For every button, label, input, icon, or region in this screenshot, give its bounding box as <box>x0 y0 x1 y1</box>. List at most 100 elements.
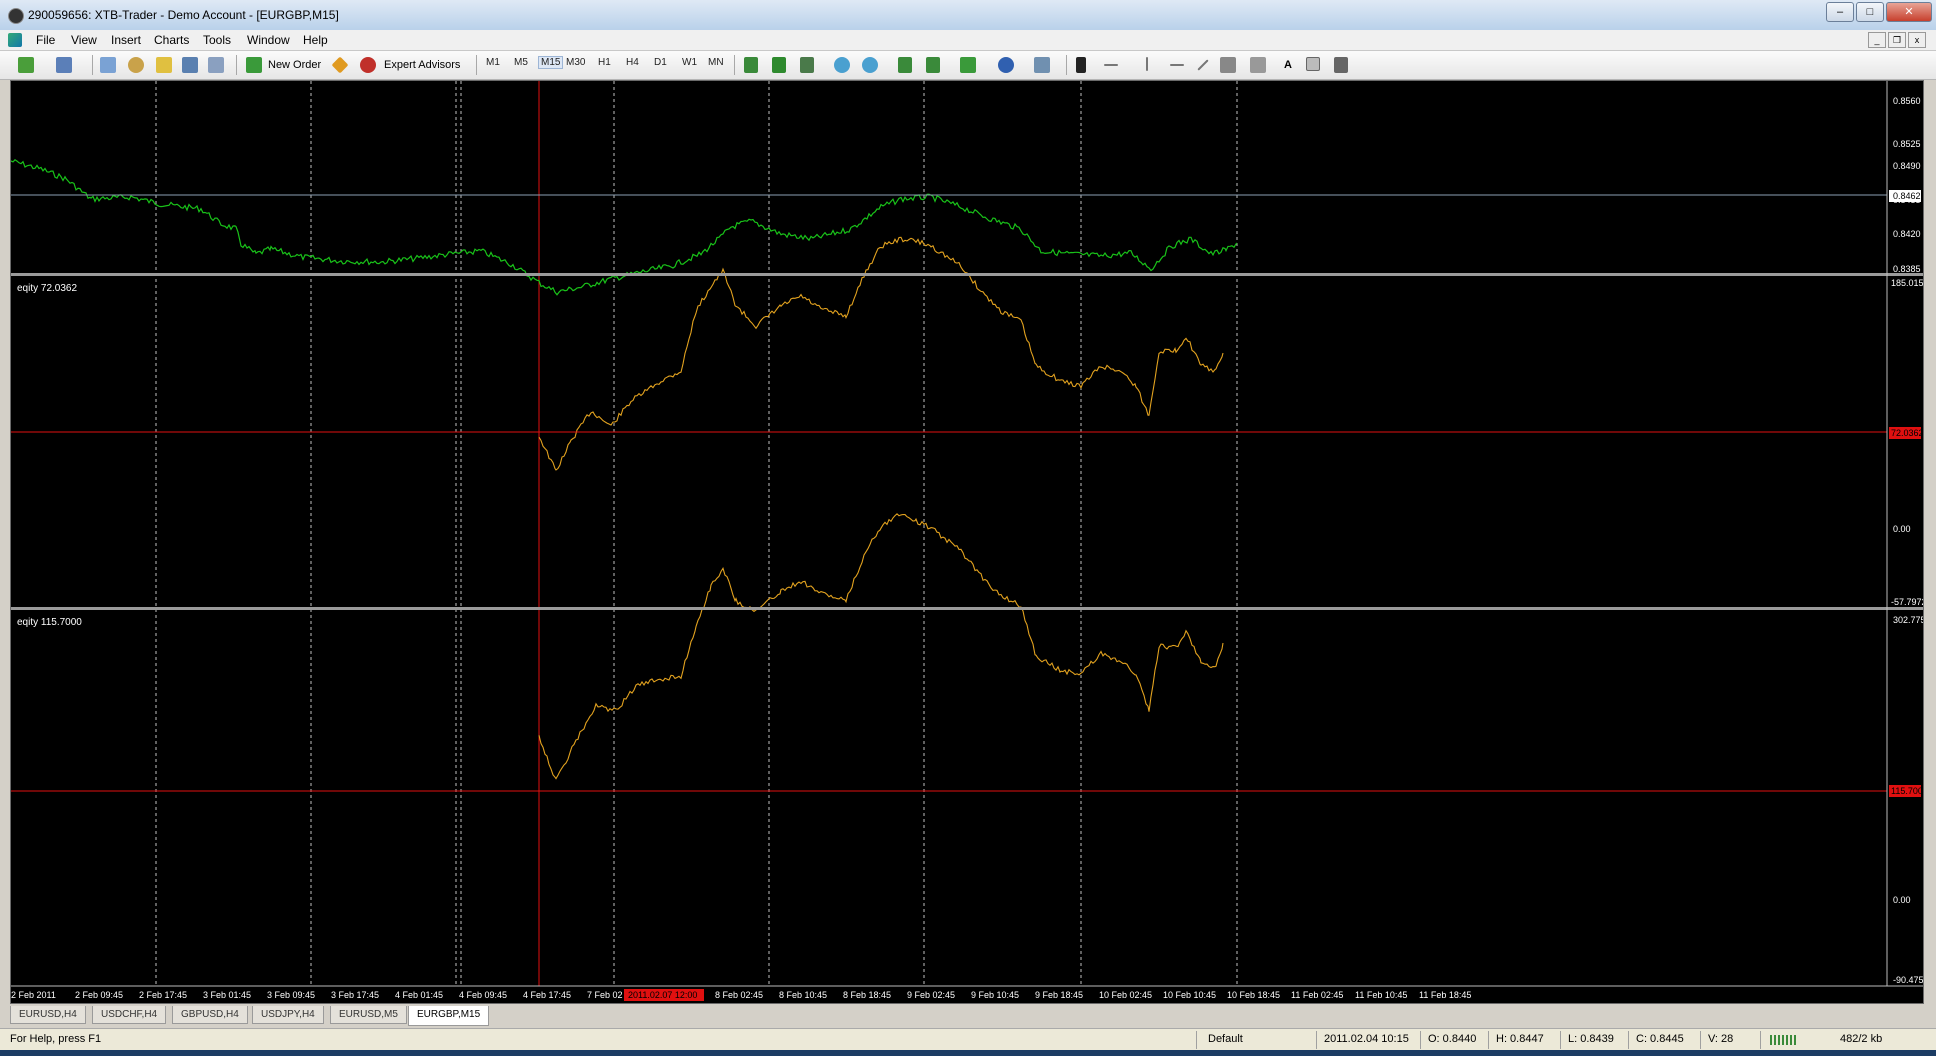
tab-eurusd-m5[interactable]: EURUSD,M5 <box>330 1006 407 1024</box>
close-button[interactable]: ✕ <box>1886 2 1932 22</box>
time-tick: 4 Feb 09:45 <box>459 990 507 1000</box>
new-order-icon <box>246 57 262 73</box>
tab-gbpusd-h4[interactable]: GBPUSD,H4 <box>172 1006 248 1024</box>
timeframe-m15[interactable]: M15 <box>538 56 564 69</box>
expert-advisors-button[interactable]: Expert Advisors <box>384 56 460 74</box>
new-order-button[interactable]: New Order <box>268 56 321 74</box>
terminal-icon[interactable] <box>182 57 198 73</box>
traffic-text: 482/2 kb <box>1840 1033 1883 1045</box>
fibonacci-icon[interactable] <box>1250 57 1266 73</box>
timeframe-w1[interactable]: W1 <box>682 57 697 68</box>
time-tick: 3 Feb 17:45 <box>331 990 379 1000</box>
time-tick: 2 Feb 17:45 <box>139 990 187 1000</box>
autotrading-icon[interactable] <box>331 56 349 74</box>
menu-file[interactable]: File <box>36 33 55 47</box>
app-icon <box>8 8 24 24</box>
pane-separator[interactable] <box>11 607 1923 610</box>
indicators-icon[interactable] <box>960 57 976 73</box>
mdi-restore-button[interactable]: ❐ <box>1888 32 1906 48</box>
ind1-value-label: 72.0362 <box>1891 428 1923 438</box>
tester-icon[interactable] <box>208 57 224 73</box>
time-tick: 8 Feb 10:45 <box>779 990 827 1000</box>
price-tick: 0.8420 <box>1893 229 1921 239</box>
timeframe-mn[interactable]: MN <box>708 57 724 68</box>
time-tick: 11 Feb 10:45 <box>1355 990 1407 1000</box>
mdi-minimize-button[interactable]: _ <box>1868 32 1886 48</box>
profiles-icon[interactable] <box>56 57 72 73</box>
arrows-icon[interactable] <box>1334 57 1348 73</box>
bar-volume: V: 28 <box>1708 1033 1734 1045</box>
taskbar <box>0 1050 1936 1056</box>
cursor-icon[interactable] <box>1076 57 1086 73</box>
menu-window[interactable]: Window <box>247 33 290 47</box>
auto-scroll-icon[interactable] <box>926 57 940 73</box>
window-title: 290059656: XTB-Trader - Demo Account - [… <box>28 8 339 22</box>
ind1-min-tick: -57.7972 <box>1891 597 1923 607</box>
horizontal-line-icon[interactable] <box>1170 64 1184 66</box>
ind2-value-label: 115.700 <box>1891 786 1923 796</box>
pane-separator[interactable] <box>11 273 1923 276</box>
bar-datetime: 2011.02.04 10:15 <box>1324 1033 1409 1045</box>
minimize-button[interactable]: – <box>1826 2 1854 22</box>
text-label-icon[interactable] <box>1306 57 1320 71</box>
text-icon[interactable]: A <box>1284 56 1292 74</box>
connection-status-icon <box>1770 1035 1798 1045</box>
tab-usdjpy-h4[interactable]: USDJPY,H4 <box>252 1006 324 1024</box>
new-chart-icon[interactable] <box>18 57 34 73</box>
timeframe-m5[interactable]: M5 <box>514 57 528 68</box>
candlestick-icon[interactable] <box>772 57 786 73</box>
navigator-icon[interactable] <box>156 57 172 73</box>
ind1-max-tick: 185.0151 <box>1891 278 1923 288</box>
tab-usdchf-h4[interactable]: USDCHF,H4 <box>92 1006 167 1024</box>
zoom-in-icon[interactable] <box>834 57 850 73</box>
timeframe-m1[interactable]: M1 <box>486 57 500 68</box>
time-tick: 4 Feb 01:45 <box>395 990 443 1000</box>
chart-canvas[interactable]: eqity 72.0362 eqity 115.7000 0.8560 0.85… <box>11 81 1923 1003</box>
ind2-max-tick: 302.775 <box>1893 615 1923 625</box>
current-price-label: 0.8462 <box>1893 191 1921 201</box>
menu-view[interactable]: View <box>71 33 97 47</box>
indicator1-label: eqity 72.0362 <box>17 283 77 294</box>
price-tick: 0.8490 <box>1893 161 1921 171</box>
chart-shift-icon[interactable] <box>898 57 912 73</box>
timeframe-h1[interactable]: H1 <box>598 57 611 68</box>
vertical-line-icon[interactable] <box>1146 57 1148 71</box>
help-text: For Help, press F1 <box>10 1033 102 1045</box>
bar-chart-icon[interactable] <box>744 57 758 73</box>
tab-eurgbp-m15[interactable]: EURGBP,M15 <box>408 1006 490 1026</box>
status-bar: For Help, press F1 Default 2011.02.04 10… <box>0 1028 1936 1051</box>
zoom-out-icon[interactable] <box>862 57 878 73</box>
price-tick: 0.8560 <box>1893 96 1921 106</box>
menu-help[interactable]: Help <box>303 33 328 47</box>
data-window-icon[interactable] <box>128 57 144 73</box>
ind2-min-tick: -90.475 <box>1893 975 1923 985</box>
trendline-icon[interactable] <box>1197 59 1209 71</box>
timeframe-m30[interactable]: M30 <box>566 57 585 68</box>
time-tick: 9 Feb 02:45 <box>907 990 955 1000</box>
bar-close: C: 0.8445 <box>1636 1033 1684 1045</box>
time-tick: 2 Feb 2011 <box>11 990 56 1000</box>
mdi-close-button[interactable]: x <box>1908 32 1926 48</box>
price-tick: 0.8385 <box>1893 264 1921 274</box>
menu-charts[interactable]: Charts <box>154 33 189 47</box>
bar-high: H: 0.8447 <box>1496 1033 1544 1045</box>
equidistant-channel-icon[interactable] <box>1220 57 1236 73</box>
tab-eurusd-h4[interactable]: EURUSD,H4 <box>10 1006 86 1024</box>
time-tick: 10 Feb 02:45 <box>1099 990 1152 1000</box>
equity-series-2 <box>538 513 1224 780</box>
chart-window[interactable]: eqity 72.0362 eqity 115.7000 0.8560 0.85… <box>10 80 1924 1004</box>
time-tick: 8 Feb 02:45 <box>715 990 763 1000</box>
timeframe-d1[interactable]: D1 <box>654 57 667 68</box>
time-tick: 4 Feb 17:45 <box>523 990 571 1000</box>
crosshair-icon[interactable] <box>1104 64 1118 66</box>
menu-tools[interactable]: Tools <box>203 33 231 47</box>
market-watch-icon[interactable] <box>100 57 116 73</box>
indicator2-label: eqity 115.7000 <box>17 617 82 628</box>
crosshair-time-label: 2011.02.07 12:00 <box>628 990 697 1000</box>
timeframe-h4[interactable]: H4 <box>626 57 639 68</box>
menu-insert[interactable]: Insert <box>111 33 141 47</box>
maximize-button[interactable]: □ <box>1856 2 1884 22</box>
line-chart-icon[interactable] <box>800 57 814 73</box>
templates-icon[interactable] <box>1034 57 1050 73</box>
periods-icon[interactable] <box>998 57 1014 73</box>
